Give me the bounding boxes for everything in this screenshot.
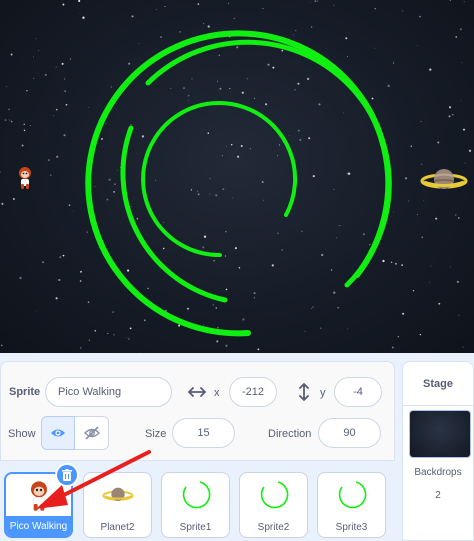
sprite-tile-sprite3[interactable]: Sprite3: [317, 472, 386, 538]
vertical-arrows-icon: [299, 383, 309, 401]
monkey-icon: [30, 481, 47, 511]
ring-middle-left: [120, 125, 228, 303]
y-position-input[interactable]: -4: [334, 377, 382, 407]
size-input[interactable]: 15: [172, 418, 235, 448]
backdrops-label: Backdrops: [414, 467, 462, 478]
direction-label: Direction: [268, 428, 312, 440]
show-hidden-button[interactable]: [75, 416, 109, 450]
stage-title: Stage: [403, 362, 473, 406]
eye-icon: [51, 429, 65, 437]
spiral-rings: [85, 30, 392, 337]
ring-icon: [260, 481, 288, 509]
sprite-tile-sprite1[interactable]: Sprite1: [161, 472, 230, 538]
sprite-name-field[interactable]: Pico Walking: [45, 377, 172, 407]
ring-icon: [182, 481, 210, 509]
x-label: x: [214, 387, 220, 399]
y-position-value: -4: [353, 386, 363, 398]
horizontal-arrows-icon: [188, 387, 206, 397]
ring-icon: [338, 481, 366, 509]
show-label: Show: [8, 428, 36, 440]
size-value: 15: [197, 427, 210, 439]
trash-icon: [62, 469, 72, 481]
delete-sprite-button[interactable]: [55, 463, 79, 487]
y-label: y: [320, 387, 326, 399]
sprite-tile-label: Pico Walking: [6, 516, 71, 536]
sprite-name-value: Pico Walking: [58, 386, 122, 398]
sprite-tile-planet2[interactable]: Planet2: [83, 472, 152, 538]
planet2-sprite[interactable]: [420, 164, 468, 196]
stage-thumbnail[interactable]: [409, 410, 471, 458]
sprite-tile-label: Planet2: [100, 521, 135, 533]
ring-inner: [141, 101, 298, 258]
stage-canvas[interactable]: [0, 0, 474, 353]
eye-slash-icon: [83, 426, 100, 440]
sprite-tile-sprite2[interactable]: Sprite2: [239, 472, 308, 538]
sprite-tile-label: Sprite1: [179, 521, 212, 533]
sprite-tile-label: Sprite2: [257, 521, 290, 533]
backdrops-count: 2: [435, 490, 441, 501]
pico-walking-sprite[interactable]: [15, 166, 35, 190]
x-position-value: -212: [241, 386, 265, 398]
sprite-label: Sprite: [9, 386, 41, 398]
planet-icon: [101, 487, 134, 501]
size-label: Size: [145, 428, 167, 440]
show-visible-button[interactable]: [41, 416, 75, 450]
direction-input[interactable]: 90: [318, 418, 381, 448]
direction-value: 90: [343, 427, 356, 439]
x-position-input[interactable]: -212: [229, 377, 277, 407]
stage-target-pane[interactable]: Stage: [402, 361, 474, 541]
sprite-tile-label: Sprite3: [335, 521, 368, 533]
